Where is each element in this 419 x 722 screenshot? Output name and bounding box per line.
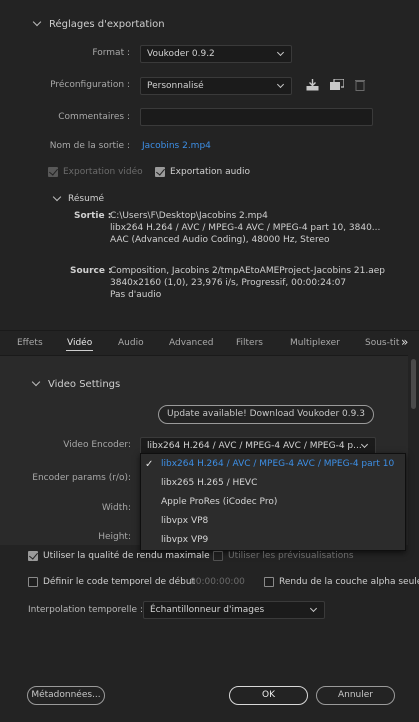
- start-timecode-checkbox[interactable]: [28, 577, 38, 587]
- scrollbar-thumb[interactable]: [411, 359, 416, 409]
- alpha-render-label: Rendu de la couche alpha seule: [279, 577, 419, 587]
- video-settings-title: Video Settings: [48, 379, 121, 390]
- summary-output-line: C:\Users\F\Desktop\Jacobins 2.mp4: [110, 211, 268, 221]
- output-name-link[interactable]: Jacobins 2.mp4: [142, 141, 211, 151]
- video-panel-scrollbar[interactable]: [408, 355, 419, 545]
- update-voukoder-button[interactable]: Update available! Download Voukoder 0.9.…: [158, 405, 374, 424]
- delete-preset-icon[interactable]: [355, 79, 365, 91]
- time-interp-select[interactable]: Échantillonneur d'images: [143, 601, 325, 619]
- start-timecode-value[interactable]: 00:00:00:00: [190, 577, 245, 587]
- time-interp-label: Interpolation temporelle :: [28, 605, 143, 615]
- encoder-option[interactable]: ✓ libx264 H.264 / AVC / MPEG-4 AVC / MPE…: [141, 455, 405, 474]
- comments-label: Commentaires :: [58, 112, 130, 122]
- save-preset-icon[interactable]: [330, 78, 345, 91]
- ok-button[interactable]: OK: [229, 686, 308, 705]
- video-settings-chevron-icon[interactable]: [31, 377, 41, 388]
- encoder-option[interactable]: libvpx VP9: [141, 531, 405, 550]
- summary-title: Résumé: [68, 194, 105, 204]
- export-video-checkbox[interactable]: [48, 167, 58, 177]
- preset-value: Personnalisé: [147, 81, 204, 91]
- chevron-down-icon: [276, 80, 285, 89]
- tab-multiplexer[interactable]: Multiplexer: [290, 338, 340, 348]
- use-previews-label: Utiliser les prévisualisations: [228, 551, 354, 561]
- video-encoder-value: libx264 H.264 / AVC / MPEG-4 AVC / MPEG-…: [147, 441, 362, 451]
- encoder-option-label: libvpx VP8: [161, 516, 209, 526]
- tab-effets[interactable]: Effets: [17, 338, 43, 348]
- video-encoder-menu: ✓ libx264 H.264 / AVC / MPEG-4 AVC / MPE…: [140, 453, 406, 551]
- format-value: Voukoder 0.9.2: [147, 49, 215, 59]
- tab-video-underline: [66, 350, 93, 351]
- comments-input[interactable]: [140, 108, 373, 126]
- tab-filters[interactable]: Filters: [236, 338, 263, 348]
- summary-source-line: 3840x2160 (1,0), 23,976 i/s, Progressif,…: [110, 278, 347, 288]
- summary-output-label: Sortie :: [74, 211, 112, 221]
- output-name-label: Nom de la sortie :: [49, 141, 130, 151]
- collapse-chevron-icon[interactable]: [32, 17, 42, 28]
- height-label: Height:: [98, 532, 131, 542]
- tab-advanced[interactable]: Advanced: [169, 338, 213, 348]
- summary-output-line: libx264 H.264 / AVC / MPEG-4 AVC / MPEG-…: [110, 223, 381, 233]
- encoder-params-label: Encoder params (r/o):: [32, 473, 131, 483]
- video-encoder-label: Video Encoder:: [63, 440, 131, 450]
- format-label: Format :: [92, 48, 130, 58]
- width-label: Width:: [101, 503, 131, 513]
- encoder-option-label: libvpx VP9: [161, 535, 209, 545]
- summary-chevron-icon[interactable]: [52, 192, 62, 203]
- checkmark-icon: ✓: [145, 459, 154, 470]
- tab-sous-titres[interactable]: Sous-tit: [365, 338, 399, 348]
- encoder-option[interactable]: libvpx VP8: [141, 512, 405, 531]
- import-preset-icon[interactable]: [306, 79, 319, 91]
- max-render-quality-checkbox[interactable]: [28, 551, 38, 561]
- format-select[interactable]: Voukoder 0.9.2: [140, 45, 292, 63]
- max-render-quality-label: Utiliser la qualité de rendu maximale: [43, 551, 210, 561]
- tab-audio[interactable]: Audio: [118, 338, 144, 348]
- export-settings-panel: Réglages d'exportation Format : Voukoder…: [0, 0, 419, 330]
- time-interp-value: Échantillonneur d'images: [150, 605, 265, 615]
- export-video-label: Exportation vidéo: [63, 167, 143, 177]
- summary-source-label: Source :: [70, 266, 112, 276]
- tab-video[interactable]: Vidéo: [67, 338, 92, 348]
- chevron-down-icon: [276, 48, 285, 57]
- tab-bar: Effets Vidéo Audio Advanced Filters Mult…: [0, 330, 419, 354]
- summary-source-line: Composition, Jacobins 2/tmpAEtoAMEProjec…: [110, 266, 385, 276]
- encoder-option-label: libx265 H.265 / HEVC: [161, 478, 258, 488]
- export-audio-label: Exportation audio: [170, 167, 251, 177]
- chevron-down-icon: [309, 604, 318, 613]
- encoder-option-label: Apple ProRes (iCodec Pro): [161, 497, 278, 507]
- alpha-render-checkbox[interactable]: [264, 577, 274, 587]
- start-timecode-label: Définir le code temporel de début: [43, 577, 196, 587]
- preset-select[interactable]: Personnalisé: [140, 77, 292, 95]
- chevron-down-icon: [360, 440, 369, 449]
- encoder-option[interactable]: libx265 H.265 / HEVC: [141, 474, 405, 493]
- encoder-option-label: libx264 H.264 / AVC / MPEG-4 AVC / MPEG-…: [161, 459, 395, 469]
- tabs-overflow-icon[interactable]: »: [401, 335, 408, 349]
- encoder-option[interactable]: Apple ProRes (iCodec Pro): [141, 493, 405, 512]
- summary-output-line: AAC (Advanced Audio Coding), 48000 Hz, S…: [110, 235, 330, 245]
- metadata-button[interactable]: Métadonnées...: [27, 686, 105, 705]
- summary-source-line: Pas d'audio: [110, 290, 162, 300]
- export-audio-checkbox[interactable]: [155, 167, 165, 177]
- preset-label: Préconfiguration :: [50, 80, 130, 90]
- cancel-button[interactable]: Annuler: [316, 686, 395, 705]
- use-previews-checkbox[interactable]: [213, 551, 223, 561]
- export-settings-title: Réglages d'exportation: [49, 19, 165, 30]
